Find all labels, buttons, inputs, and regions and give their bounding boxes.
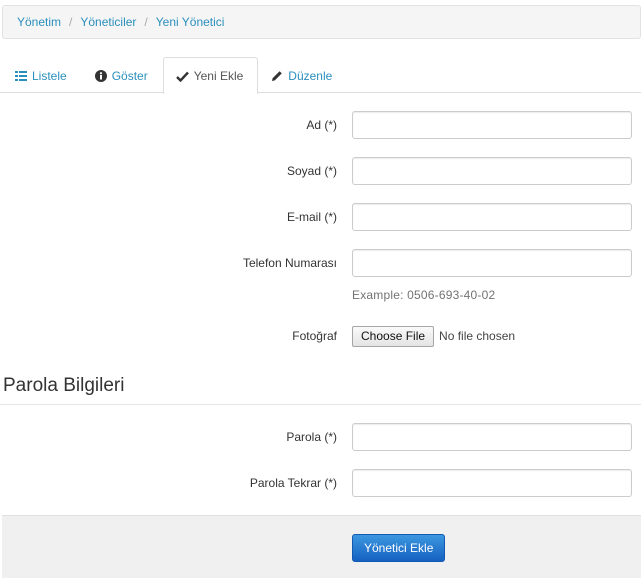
soyad-label: Soyad (*) [286, 164, 337, 178]
list-icon [15, 70, 27, 81]
file-status-text: No file chosen [439, 329, 516, 343]
pencil-icon [271, 70, 283, 82]
file-input: Choose File No file chosen [352, 322, 515, 350]
parola-tekrar-input[interactable] [352, 469, 632, 497]
tab-goster[interactable]: Göster [82, 57, 163, 93]
tab-bar: Listele Göster Yeni Ekle Düzenle [0, 57, 641, 94]
choose-file-button[interactable]: Choose File [352, 325, 435, 347]
form-actions: Yönetici Ekle [2, 515, 641, 578]
form-row-parola: Parola (*) [0, 423, 641, 451]
section-divider [0, 404, 641, 405]
parola-label: Parola (*) [286, 430, 337, 444]
breadcrumb: Yönetim / Yöneticiler / Yeni Yönetici [2, 5, 641, 39]
submit-button[interactable]: Yönetici Ekle [352, 534, 446, 562]
form-row-email: E-mail (*) [0, 203, 641, 231]
telefon-input[interactable] [352, 249, 632, 277]
tab-label: Yeni Ekle [193, 69, 244, 83]
form-row-ad: Ad (*) [0, 111, 641, 139]
telefon-label: Telefon Numarası [242, 256, 337, 270]
tab-label: Düzenle [288, 68, 333, 83]
breadcrumb-link-yoneticiler[interactable]: Yöneticiler [80, 15, 136, 29]
checkmark-icon [175, 71, 189, 82]
tab-label: Listele [32, 68, 67, 83]
form-row-telefon: Telefon Numarası [0, 249, 641, 277]
telefon-help-text: Example: 0506-693-40-02 [352, 288, 496, 302]
breadcrumb-link-yonetim[interactable]: Yönetim [17, 15, 61, 29]
soyad-input[interactable] [352, 157, 632, 185]
breadcrumb-separator: / [69, 15, 73, 29]
breadcrumb-link-yeni-yonetici[interactable]: Yeni Yönetici [156, 15, 225, 29]
form-row-fotograf: Fotoğraf Choose File No file chosen [0, 322, 641, 350]
tab-duzenle[interactable]: Düzenle [258, 57, 347, 93]
tab-label: Göster [111, 68, 148, 83]
email-input[interactable] [352, 203, 632, 231]
tab-yeni-ekle[interactable]: Yeni Ekle [162, 57, 259, 94]
fotograf-label: Fotoğraf [292, 329, 337, 343]
info-icon [94, 69, 107, 82]
parola-input[interactable] [352, 423, 632, 451]
section-title-parola-bilgileri: Parola Bilgileri [3, 375, 125, 396]
parola-tekrar-label: Parola Tekrar (*) [249, 476, 337, 490]
email-label: E-mail (*) [287, 210, 337, 224]
tab-listele[interactable]: Listele [2, 57, 82, 93]
form-row-soyad: Soyad (*) [0, 157, 641, 185]
form-row-parola-tekrar: Parola Tekrar (*) [0, 469, 641, 497]
ad-input[interactable] [352, 111, 632, 139]
breadcrumb-separator: / [144, 15, 148, 29]
ad-label: Ad (*) [306, 118, 337, 132]
